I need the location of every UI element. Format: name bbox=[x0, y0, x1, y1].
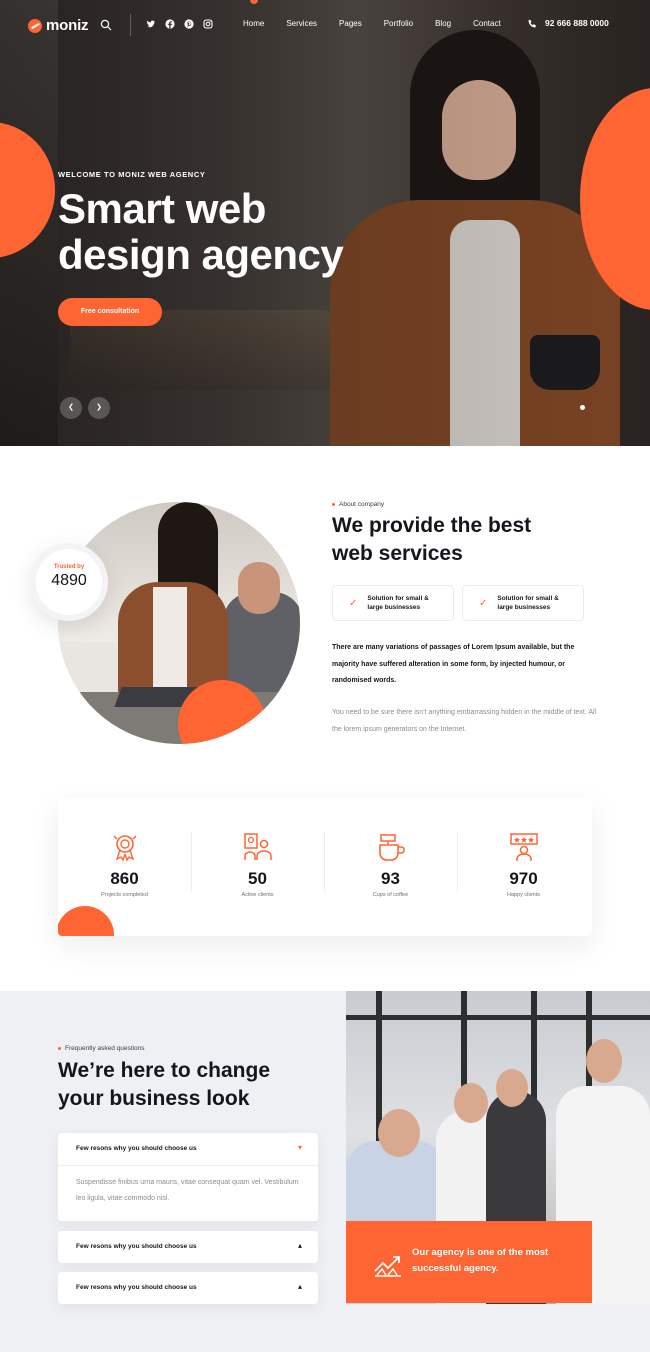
phone-contact[interactable]: 92 666 888 0000 bbox=[528, 18, 609, 28]
faq-question[interactable]: Few resons why you should choose us bbox=[76, 1145, 197, 1152]
faq-title-line-1: We’re here to change bbox=[58, 1059, 271, 1082]
agency-highlight-box: Our agency is one of the most successful… bbox=[346, 1221, 592, 1303]
pinterest-icon[interactable] bbox=[184, 19, 194, 29]
feature-box-1: ✓ Solution for small & large businesses bbox=[332, 585, 454, 621]
stat-value: 970 bbox=[509, 869, 538, 888]
twitter-icon[interactable] bbox=[146, 19, 156, 29]
stat-value: 860 bbox=[110, 869, 139, 888]
eyebrow-dot-icon bbox=[332, 503, 335, 506]
trusted-label: Trusted by bbox=[53, 564, 85, 570]
faq-eyebrow-text: Frequently asked questions bbox=[65, 1045, 145, 1052]
chevron-up-icon[interactable]: ▴ bbox=[298, 1241, 302, 1250]
about-eyebrow-text: About company bbox=[339, 501, 385, 508]
faq-answer: Suspendisse finibus urna mauris, vitae c… bbox=[76, 1179, 299, 1202]
logo[interactable]: moniz bbox=[28, 17, 89, 34]
stat-item: 50 Active clients bbox=[191, 798, 324, 936]
chevron-up-icon[interactable]: ▴ bbox=[298, 1282, 302, 1291]
hero-section: moniz Home Services Pages Portfolio Blog… bbox=[0, 0, 650, 446]
faq-item[interactable]: Few resons why you should choose us ▴ bbox=[58, 1272, 318, 1304]
growth-chart-icon bbox=[374, 1256, 401, 1277]
stat-label: Projects completed bbox=[101, 892, 148, 898]
faq-item[interactable]: Few resons why you should choose us ▴ bbox=[58, 1231, 318, 1263]
trusted-by-badge: Trusted by 4890 bbox=[30, 543, 108, 621]
stat-item: 970 Happy clients bbox=[457, 798, 590, 936]
feature-box-2: ✓ Solution for small & large businesses bbox=[462, 585, 584, 621]
social-links bbox=[146, 19, 213, 29]
faq-question[interactable]: Few resons why you should choose us bbox=[76, 1284, 197, 1291]
slide-indicator-dot[interactable] bbox=[580, 405, 585, 410]
top-navigation-bar: moniz Home Services Pages Portfolio Blog… bbox=[0, 0, 650, 50]
stat-label: Happy clients bbox=[506, 892, 541, 898]
trusted-value: 4890 bbox=[51, 572, 87, 589]
slider-next-button[interactable]: ❯ bbox=[88, 397, 110, 419]
logo-text: moniz bbox=[46, 17, 89, 34]
stat-item: 93 Cups of coffee bbox=[324, 798, 457, 936]
eyebrow-dot-icon bbox=[58, 1047, 61, 1050]
arrow-right-icon: ❯ bbox=[96, 404, 102, 411]
stat-item: 860 Projects completed bbox=[58, 798, 191, 936]
rating-stars-icon bbox=[509, 833, 538, 861]
faq-eyebrow: Frequently asked questions bbox=[58, 1045, 145, 1052]
team-presentation-icon bbox=[243, 833, 272, 860]
about-body-paragraph: You need to be sure there isn't anything… bbox=[332, 709, 597, 733]
feature-text-1: Solution for small & large businesses bbox=[367, 595, 429, 611]
about-lead-paragraph: There are many variations of passages of… bbox=[332, 644, 575, 684]
nav-portfolio[interactable]: Portfolio bbox=[384, 19, 413, 28]
nav-services[interactable]: Services bbox=[286, 19, 317, 28]
arrow-left-icon: ❮ bbox=[68, 404, 74, 411]
hero-title: Smart web design agency bbox=[58, 185, 344, 278]
award-icon bbox=[113, 835, 136, 862]
coffee-icon bbox=[378, 834, 405, 861]
feature-text-2: Solution for small & large businesses bbox=[497, 595, 559, 611]
phone-icon bbox=[528, 19, 536, 27]
check-icon: ✓ bbox=[479, 597, 488, 609]
about-photo-circle bbox=[58, 502, 300, 744]
agency-text: Our agency is one of the most successful… bbox=[412, 1247, 549, 1274]
hero-eyebrow: WELCOME TO MONIZ WEB AGENCY bbox=[58, 170, 206, 179]
search-icon[interactable] bbox=[100, 19, 112, 31]
nav-home[interactable]: Home bbox=[243, 19, 264, 28]
nav-blog[interactable]: Blog bbox=[435, 19, 451, 28]
stat-label: Active clients bbox=[241, 892, 274, 898]
phone-number: 92 666 888 0000 bbox=[545, 18, 609, 28]
slider-prev-button[interactable]: ❮ bbox=[60, 397, 82, 419]
facebook-icon[interactable] bbox=[165, 19, 175, 29]
faq-question[interactable]: Few resons why you should choose us bbox=[76, 1243, 197, 1250]
hero-title-line-1: Smart web bbox=[58, 185, 266, 232]
nav-divider bbox=[130, 14, 131, 36]
stat-value: 93 bbox=[381, 869, 400, 888]
check-icon: ✓ bbox=[349, 597, 358, 609]
faq-divider bbox=[58, 1165, 318, 1166]
main-navigation: Home Services Pages Portfolio Blog Conta… bbox=[243, 19, 523, 28]
stat-value: 50 bbox=[248, 869, 267, 888]
stat-label: Cups of coffee bbox=[372, 892, 409, 898]
about-title-line-2: web services bbox=[332, 542, 463, 565]
about-title: We provide the best web services bbox=[332, 512, 531, 568]
about-eyebrow: About company bbox=[332, 501, 384, 508]
logo-mark-icon bbox=[28, 18, 42, 33]
instagram-icon[interactable] bbox=[203, 19, 213, 29]
faq-item-open[interactable]: Few resons why you should choose us ▾ Su… bbox=[58, 1133, 318, 1221]
chevron-down-icon[interactable]: ▾ bbox=[298, 1143, 302, 1152]
about-title-line-1: We provide the best bbox=[332, 514, 532, 537]
hero-title-line-2: design agency bbox=[58, 231, 344, 278]
nav-pages[interactable]: Pages bbox=[339, 19, 362, 28]
free-consultation-button[interactable]: Free consultation bbox=[58, 298, 162, 326]
nav-contact[interactable]: Contact bbox=[473, 19, 501, 28]
faq-title: We’re here to change your business look bbox=[58, 1057, 270, 1113]
faq-title-line-2: your business look bbox=[58, 1087, 250, 1110]
stats-panel: 860 Projects completed 50 Active clients… bbox=[58, 798, 592, 936]
